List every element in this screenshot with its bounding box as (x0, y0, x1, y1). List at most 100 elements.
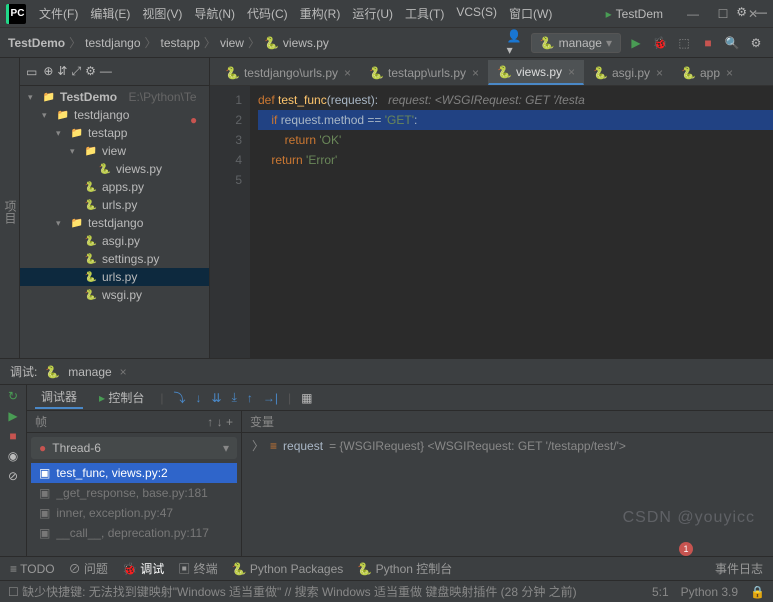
tree-item[interactable]: 🐍urls.py (20, 196, 209, 214)
menu-file[interactable]: 文件(F) (34, 3, 83, 24)
frames-title: 帧 (35, 413, 47, 430)
menu-refactor[interactable]: 重构(R) (295, 3, 346, 24)
terminal-tab[interactable]: ▣ 终端 (178, 560, 217, 577)
debugger-tab[interactable]: 调试器 (35, 386, 83, 409)
maximize-button[interactable]: ☐ (709, 4, 737, 24)
close-tab-icon[interactable]: × (472, 66, 479, 80)
force-step-icon[interactable]: ⤓ (232, 390, 237, 405)
run-indicator-icon: ▸ (606, 7, 612, 21)
editor-tab[interactable]: 🐍views.py× (488, 60, 584, 85)
expand-icon[interactable]: ⇵ (57, 64, 67, 79)
code-editor[interactable]: 1 ●2 3 4 5 def test_func(request): reque… (210, 86, 773, 358)
tree-root[interactable]: ▾📁 TestDemo E:\Python\Te (20, 88, 209, 106)
menu-tools[interactable]: 工具(T) (400, 3, 449, 24)
stack-frame[interactable]: ▣test_func, views.py:2 (31, 463, 237, 483)
run-to-cursor-icon[interactable]: →| (263, 391, 278, 405)
notification-badge[interactable]: 1 (679, 542, 693, 556)
hide-icon[interactable]: — (755, 5, 767, 19)
cursor-position[interactable]: 5:1 (652, 585, 669, 599)
editor-tab[interactable]: 🐍testdjango\urls.py× (216, 61, 360, 85)
tree-item[interactable]: ▾📁testapp (20, 124, 209, 142)
run-config-selector[interactable]: 🐍manage▾ (531, 33, 621, 53)
prev-frame-icon[interactable]: ↑ (207, 415, 213, 429)
editor-tab[interactable]: 🐍app× (672, 61, 742, 85)
close-tab-icon[interactable]: × (120, 365, 127, 379)
variables-title: 变量 (242, 411, 773, 433)
run-button[interactable]: ▶ (627, 34, 645, 52)
step-over-icon[interactable]: ⤵ (174, 389, 186, 406)
variable-row[interactable]: 〉 ≡ request = {WSGIRequest} <WSGIRequest… (242, 433, 773, 458)
project-view-icon[interactable]: ▭ (26, 65, 37, 79)
close-tab-icon[interactable]: × (726, 66, 733, 80)
close-tab-icon[interactable]: × (344, 66, 351, 80)
tree-item[interactable]: 🐍wsgi.py (20, 286, 209, 304)
mute-breakpoints-button[interactable]: ⊘ (8, 469, 18, 483)
debug-tab[interactable]: 🐞 调试 (122, 560, 164, 577)
lock-icon[interactable]: 🔒 (750, 585, 765, 599)
step-into-my-icon[interactable]: ⇊ (212, 391, 222, 405)
rerun-button[interactable]: ↻ (8, 389, 18, 403)
evaluate-icon[interactable]: ▦ (301, 391, 312, 405)
menu-nav[interactable]: 导航(N) (189, 3, 240, 24)
status-message[interactable]: 缺少快捷键: 无法找到键映射"Windows 适当重做" // 搜索 Windo… (22, 585, 577, 599)
project-header: ▭ ⊕ ⇵ ⤢ ⚙ — (20, 58, 209, 86)
status-bar: ☐ 缺少快捷键: 无法找到键映射"Windows 适当重做" // 搜索 Win… (0, 580, 773, 602)
tree-item[interactable]: 🐍settings.py (20, 250, 209, 268)
close-tab-icon[interactable]: × (568, 65, 575, 79)
collapse-icon[interactable]: ⤢ (71, 64, 81, 79)
stop-button[interactable]: ■ (9, 429, 16, 443)
tree-item[interactable]: ▾📁testdjango (20, 214, 209, 232)
tree-item[interactable]: 🐍apps.py (20, 178, 209, 196)
settings-icon[interactable]: ⚙ (747, 34, 765, 52)
tree-item[interactable]: 🐍asgi.py (20, 232, 209, 250)
debug-button[interactable]: 🐞 (651, 34, 669, 52)
menu-vcs[interactable]: VCS(S) (451, 3, 502, 24)
menu-edit[interactable]: 编辑(E) (85, 3, 135, 24)
menu-window[interactable]: 窗口(W) (504, 3, 557, 24)
console-tab[interactable]: ▸ 控制台 (93, 387, 150, 408)
todo-tab[interactable]: ≡ TODO (10, 562, 55, 576)
project-tool-window: ▭ ⊕ ⇵ ⤢ ⚙ — ▾📁 TestDemo E:\Python\Te ▾📁t… (20, 58, 210, 358)
python-packages-tab[interactable]: 🐍 Python Packages (232, 562, 344, 576)
tree-item[interactable]: 🐍urls.py (20, 268, 209, 286)
project-tree[interactable]: ▾📁 TestDemo E:\Python\Te ▾📁testdjango▾📁t… (20, 86, 209, 358)
add-icon[interactable]: + (226, 415, 233, 429)
event-log-tab[interactable]: 事件日志 (715, 560, 763, 577)
editor-tabs: 🐍testdjango\urls.py×🐍testapp\urls.py×🐍vi… (210, 58, 773, 86)
editor-tab[interactable]: 🐍testapp\urls.py× (360, 61, 488, 85)
problems-tab[interactable]: ⊘ 问题 (69, 560, 108, 577)
tree-item[interactable]: 🐍views.py (20, 160, 209, 178)
thread-selector[interactable]: ●Thread-6▾ (31, 437, 237, 459)
menu-code[interactable]: 代码(C) (242, 3, 293, 24)
view-breakpoints-button[interactable]: ◉ (8, 449, 18, 463)
breadcrumb[interactable]: TestDemo〉 testdjango〉 testapp〉 view〉 🐍vi… (8, 34, 507, 51)
stack-frame[interactable]: ▣inner, exception.py:47 (31, 503, 237, 523)
frames-panel: 帧 ↑ ↓ + ●Thread-6▾ ▣test_func, views.py:… (27, 411, 242, 556)
interpreter-selector[interactable]: Python 3.9 (681, 585, 738, 599)
step-into-icon[interactable]: ↓ (196, 391, 202, 405)
menu-view[interactable]: 视图(V) (137, 3, 187, 24)
tree-item[interactable]: ▾📁testdjango (20, 106, 209, 124)
stop-button[interactable]: ■ (699, 34, 717, 52)
editor-gutter[interactable]: 1 ●2 3 4 5 (210, 86, 250, 358)
close-tab-icon[interactable]: × (656, 66, 663, 80)
breakpoint-icon[interactable]: ● (190, 110, 197, 130)
python-console-tab[interactable]: 🐍 Python 控制台 (357, 560, 452, 577)
step-out-icon[interactable]: ↑ (247, 391, 253, 405)
settings-icon[interactable]: ⚙ (85, 64, 96, 79)
coverage-button[interactable]: ⬚ (675, 34, 693, 52)
user-icon[interactable]: 👤▾ (507, 34, 525, 52)
locate-icon[interactable]: ⊕ (43, 64, 53, 79)
next-frame-icon[interactable]: ↓ (217, 415, 223, 429)
tree-item[interactable]: ▾📁view (20, 142, 209, 160)
minimize-button[interactable]: — (679, 4, 707, 24)
search-icon[interactable]: 🔍 (723, 34, 741, 52)
stack-frame[interactable]: ▣__call__, deprecation.py:117 (31, 523, 237, 543)
editor-tab[interactable]: 🐍asgi.py× (584, 61, 672, 85)
left-tool-stripe[interactable]: 项目 (0, 58, 20, 358)
hide-icon[interactable]: — (100, 64, 112, 79)
gear-icon[interactable]: ⚙ (736, 5, 747, 19)
menu-run[interactable]: 运行(U) (347, 3, 398, 24)
stack-frame[interactable]: ▣_get_response, base.py:181 (31, 483, 237, 503)
resume-button[interactable]: ▶ (8, 409, 17, 423)
